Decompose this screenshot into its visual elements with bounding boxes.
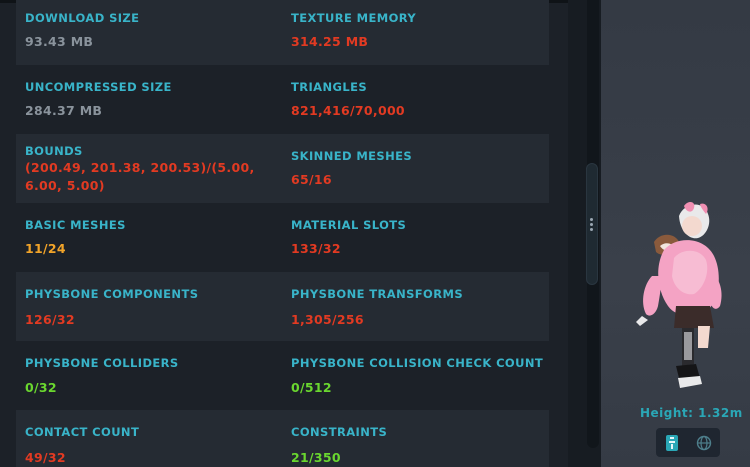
rig-view-button[interactable] <box>662 433 682 453</box>
stat-value: 126/32 <box>25 312 75 327</box>
globe-icon <box>696 435 712 451</box>
stat-basic-meshes: BASIC MESHES 11/24 <box>25 203 280 272</box>
stat-label: DOWNLOAD SIZE <box>25 11 140 25</box>
stats-row: DOWNLOAD SIZE 93.43 MB TEXTURE MEMORY 31… <box>16 0 549 65</box>
stat-value: 11/24 <box>25 241 66 256</box>
drag-handle-icon[interactable] <box>589 218 594 232</box>
stat-material-slots: MATERIAL SLOTS 133/32 <box>291 203 546 272</box>
stat-label: TRIANGLES <box>291 80 368 94</box>
stat-download-size: DOWNLOAD SIZE 93.43 MB <box>25 0 280 65</box>
stat-value: 133/32 <box>291 241 341 256</box>
stat-label: UNCOMPRESSED SIZE <box>25 80 172 94</box>
stat-label: CONSTRAINTS <box>291 425 388 439</box>
performance-stats-panel[interactable]: DOWNLOAD SIZE 93.43 MB TEXTURE MEMORY 31… <box>16 0 549 467</box>
stat-value: 821,416/70,000 <box>291 103 405 118</box>
stat-label: BOUNDS <box>25 144 83 158</box>
stat-physbone-components: PHYSBONE COMPONENTS 126/32 <box>25 272 280 341</box>
stat-triangles: TRIANGLES 821,416/70,000 <box>291 65 546 134</box>
stats-row: UNCOMPRESSED SIZE 284.37 MB TRIANGLES 82… <box>16 65 549 134</box>
stat-label: CONTACT COUNT <box>25 425 140 439</box>
rig-icon <box>666 435 678 451</box>
globe-view-button[interactable] <box>694 433 714 453</box>
stat-skinned-meshes: SKINNED MESHES 65/16 <box>291 134 546 203</box>
stat-label: SKINNED MESHES <box>291 149 413 163</box>
stat-value: 284.37 MB <box>25 103 103 118</box>
stat-value: 65/16 <box>291 172 332 187</box>
stat-constraints: CONSTRAINTS 21/350 <box>291 410 546 467</box>
stats-row: PHYSBONE COMPONENTS 126/32 PHYSBONE TRAN… <box>16 272 549 341</box>
stat-value: 314.25 MB <box>291 34 369 49</box>
stat-value-line2: 6.00, 5.00) <box>25 178 105 193</box>
stat-value: 21/350 <box>291 450 341 465</box>
stat-value: 49/32 <box>25 450 66 465</box>
stats-row: BASIC MESHES 11/24 MATERIAL SLOTS 133/32 <box>16 203 549 272</box>
avatar-model-image <box>636 202 722 388</box>
stat-label: TEXTURE MEMORY <box>291 11 417 25</box>
stat-label: PHYSBONE TRANSFORMS <box>291 287 464 301</box>
stat-contact-count: CONTACT COUNT 49/32 <box>25 410 280 467</box>
stat-value-line1: (200.49, 201.38, 200.53)/(5.00, <box>25 160 255 175</box>
stat-value: 0/32 <box>25 380 57 395</box>
stats-row: CONTACT COUNT 49/32 CONSTRAINTS 21/350 <box>16 410 549 467</box>
stat-texture-memory: TEXTURE MEMORY 314.25 MB <box>291 0 546 65</box>
stat-value: 93.43 MB <box>25 34 94 49</box>
stat-bounds: BOUNDS (200.49, 201.38, 200.53)/(5.00, 6… <box>25 134 280 203</box>
stat-label: PHYSBONE COLLIDERS <box>25 356 179 370</box>
stats-row: BOUNDS (200.49, 201.38, 200.53)/(5.00, 6… <box>16 134 549 203</box>
stat-label: PHYSBONE COMPONENTS <box>25 287 199 301</box>
stat-uncompressed-size: UNCOMPRESSED SIZE 284.37 MB <box>25 65 280 134</box>
stat-label: BASIC MESHES <box>25 218 126 232</box>
stat-value: 1,305/256 <box>291 312 364 327</box>
stats-row: PHYSBONE COLLIDERS 0/32 PHYSBONE COLLISI… <box>16 341 549 410</box>
stat-label: MATERIAL SLOTS <box>291 218 407 232</box>
stat-physbone-collision-check-count: PHYSBONE COLLISION CHECK COUNT 0/512 <box>291 341 546 410</box>
avatar-height-label: Height: 1.32m <box>640 406 743 420</box>
stat-physbone-colliders: PHYSBONE COLLIDERS 0/32 <box>25 341 280 410</box>
stat-value: 0/512 <box>291 380 332 395</box>
stat-label: PHYSBONE COLLISION CHECK COUNT <box>291 356 544 370</box>
stat-physbone-transforms: PHYSBONE TRANSFORMS 1,305/256 <box>291 272 546 341</box>
